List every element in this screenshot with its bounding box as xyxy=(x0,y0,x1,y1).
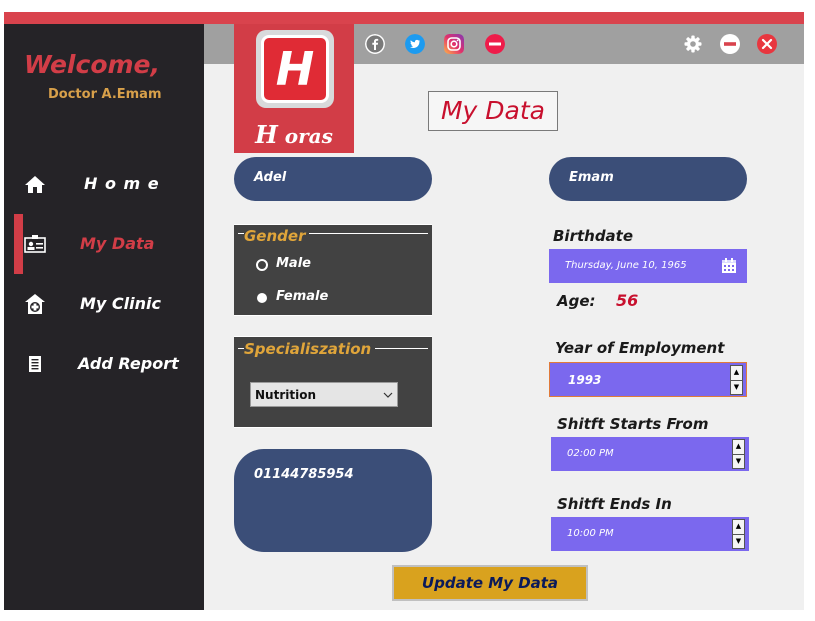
instagram-icon[interactable] xyxy=(444,34,464,54)
gender-group: Gender Male Female xyxy=(234,224,432,316)
shift-end-value: 10:00 PM xyxy=(567,528,614,539)
shift-end-spinner[interactable]: ▲ ▼ xyxy=(732,519,745,549)
phone-field[interactable]: 01144785954 xyxy=(234,449,432,552)
logo-letter: H xyxy=(261,35,329,103)
shift-start-value: 02:00 PM xyxy=(567,448,614,459)
welcome-text: Welcome, xyxy=(24,50,160,79)
logo-word: H oras xyxy=(234,120,354,149)
radio-male[interactable] xyxy=(256,259,268,271)
sidebar-item-my-clinic[interactable]: My Clinic xyxy=(20,281,204,327)
facebook-icon[interactable] xyxy=(365,34,385,54)
specialization-select[interactable]: Nutrition xyxy=(250,382,398,407)
first-name-field[interactable]: Adel xyxy=(234,157,432,201)
employment-label: Year of Employment xyxy=(555,339,725,357)
shift-start-field[interactable]: 02:00 PM ▲ ▼ xyxy=(551,437,749,471)
specialization-value: Nutrition xyxy=(255,388,316,402)
close-icon[interactable] xyxy=(757,34,777,54)
specialization-legend: Specialiszation xyxy=(244,340,376,358)
employment-field[interactable]: 1993 ▲ ▼ xyxy=(549,362,747,397)
spin-up-icon[interactable]: ▲ xyxy=(733,520,744,535)
logo-word-initial: H xyxy=(255,120,278,149)
last-name-value: Emam xyxy=(569,170,614,185)
birthdate-value: Thursday, June 10, 1965 xyxy=(565,260,687,271)
age-value: 56 xyxy=(616,291,639,310)
home-icon xyxy=(25,176,45,193)
sidebar-item-home[interactable]: H o m e xyxy=(20,161,204,207)
page-title: My Data xyxy=(428,91,558,131)
first-name-value: Adel xyxy=(254,170,287,185)
specialization-group: Specialiszation Nutrition xyxy=(234,336,432,428)
sidebar-item-label: Add Report xyxy=(78,354,179,373)
spin-up-icon[interactable]: ▲ xyxy=(731,366,742,381)
radio-male-label: Male xyxy=(276,256,311,271)
sidebar-item-label: H o m e xyxy=(84,174,160,193)
askfm-icon[interactable] xyxy=(485,34,505,54)
logo-word-rest: oras xyxy=(277,124,333,148)
spin-up-icon[interactable]: ▲ xyxy=(733,440,744,455)
twitter-icon[interactable] xyxy=(405,34,425,54)
age-label: Age: xyxy=(557,292,596,310)
gear-icon[interactable] xyxy=(683,34,703,54)
minimize-icon[interactable] xyxy=(720,34,740,54)
gender-legend: Gender xyxy=(244,227,310,245)
spin-down-icon[interactable]: ▼ xyxy=(731,381,742,395)
last-name-field[interactable]: Emam xyxy=(549,157,747,201)
shift-end-label: Shitft Ends In xyxy=(557,495,672,513)
clinic-icon xyxy=(25,294,45,314)
shift-start-label: Shitft Starts From xyxy=(557,415,709,433)
spin-down-icon[interactable]: ▼ xyxy=(733,535,744,549)
shift-start-spinner[interactable]: ▲ ▼ xyxy=(732,439,745,469)
radio-female-label: Female xyxy=(276,289,329,304)
sidebar-item-my-data[interactable]: My Data xyxy=(20,221,204,267)
birthdate-picker[interactable]: Thursday, June 10, 1965 xyxy=(549,249,747,283)
update-my-data-button[interactable]: Update My Data xyxy=(392,565,588,601)
employment-spinner[interactable]: ▲ ▼ xyxy=(730,365,743,395)
gender-option-male[interactable]: Male xyxy=(256,256,376,274)
doctor-name: Doctor A.Emam xyxy=(48,87,162,102)
calendar-icon[interactable] xyxy=(721,257,737,274)
shift-end-field[interactable]: 10:00 PM ▲ ▼ xyxy=(551,517,749,551)
birthdate-label: Birthdate xyxy=(553,227,634,245)
sidebar-item-label: My Clinic xyxy=(80,294,161,313)
report-icon xyxy=(29,356,41,372)
phone-value: 01144785954 xyxy=(254,467,354,482)
sidebar-item-label: My Data xyxy=(80,234,155,253)
logo: H H oras xyxy=(234,24,354,153)
chevron-down-icon xyxy=(383,392,393,398)
employment-value: 1993 xyxy=(568,373,602,387)
sidebar-item-add-report[interactable]: Add Report xyxy=(20,341,204,387)
radio-female[interactable] xyxy=(257,293,267,303)
gender-option-female[interactable]: Female xyxy=(256,289,376,307)
id-card-icon xyxy=(24,235,46,253)
logo-badge: H xyxy=(256,30,334,108)
spin-down-icon[interactable]: ▼ xyxy=(733,455,744,469)
